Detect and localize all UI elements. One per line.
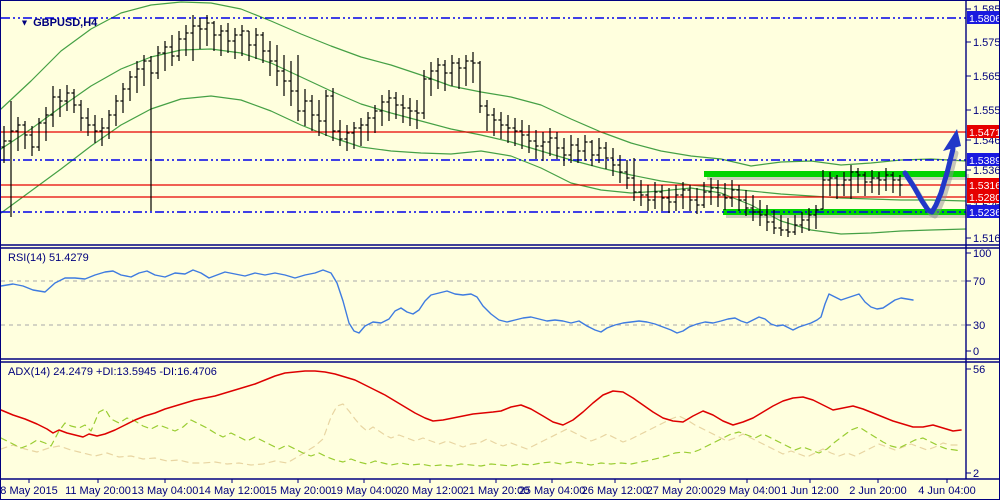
- chart-window: ▼ GBPUSD,H4 RSI(14) 51.4279 ADX(14) 24.24…: [0, 0, 1000, 500]
- time-axis[interactable]: [1, 480, 999, 499]
- chart-plot-area[interactable]: [1, 1, 966, 479]
- price-axis[interactable]: [967, 1, 999, 479]
